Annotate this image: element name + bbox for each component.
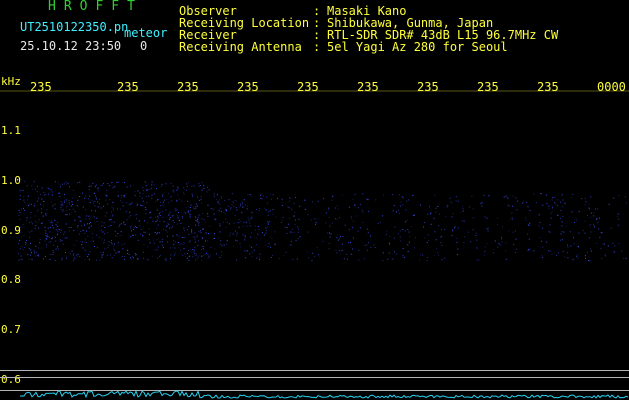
echo-band bbox=[18, 181, 627, 262]
signal-level-trace bbox=[19, 389, 629, 399]
hrofft-screen: HROFFT UT2510122350.pn meteor 25.10.12 2… bbox=[0, 0, 629, 400]
spectrogram-plot bbox=[0, 90, 629, 399]
